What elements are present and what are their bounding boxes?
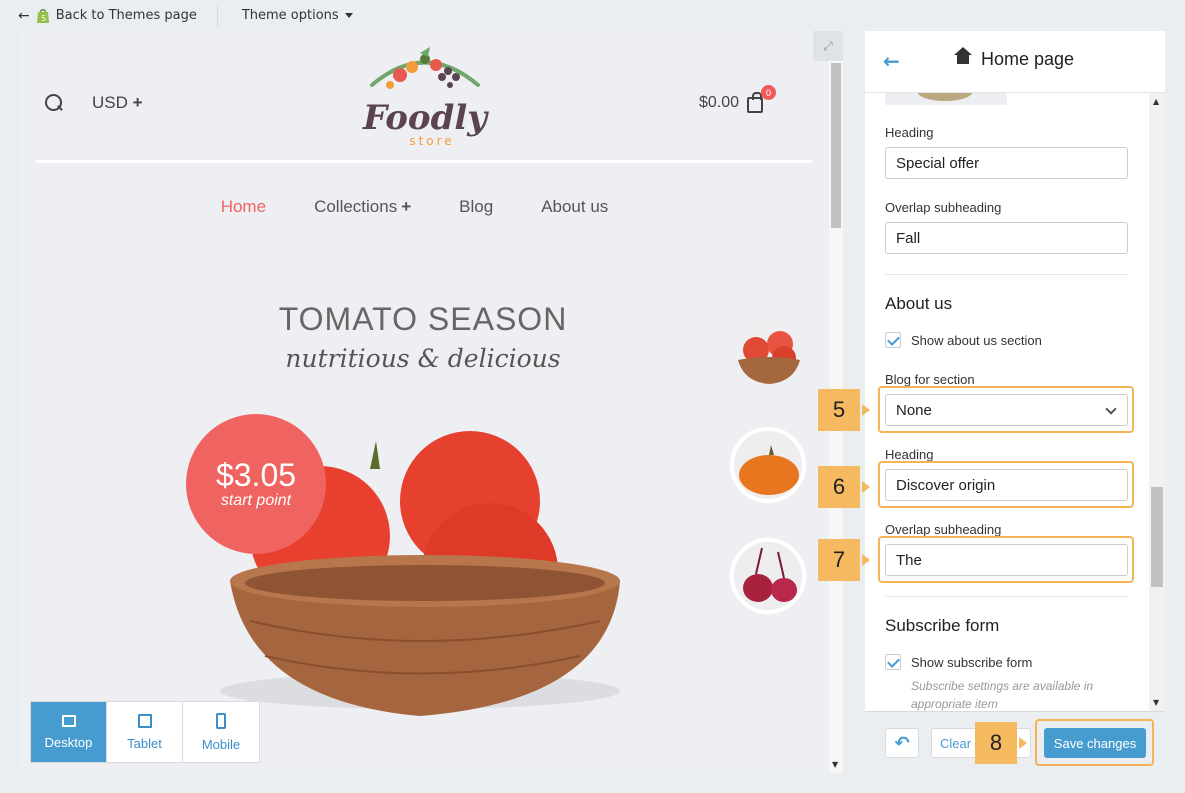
main-nav: Home Collections + Blog About us xyxy=(20,197,829,217)
callout-number-7: 7 xyxy=(818,539,870,581)
shopify-bag-icon: S xyxy=(36,8,49,23)
undo-icon: ↶ xyxy=(894,732,910,754)
cart-total: $0.00 xyxy=(699,94,740,111)
store-preview: USD + Foodly store $0.00 0 Home Collecti… xyxy=(20,31,829,773)
tablet-icon xyxy=(137,713,152,728)
device-tablet-label: Tablet xyxy=(127,735,162,751)
device-tablet-button[interactable]: Tablet xyxy=(107,702,183,762)
callout-number-5: 5 xyxy=(818,389,870,431)
callout-frame-5 xyxy=(878,386,1134,433)
overlap1-input[interactable]: Fall xyxy=(885,222,1128,254)
device-switcher: Desktop Tablet Mobile xyxy=(30,701,260,763)
plus-icon: + xyxy=(401,197,412,216)
back-to-themes-link[interactable]: ← S Back to Themes page xyxy=(0,0,197,31)
heading1-input[interactable]: Special offer xyxy=(885,147,1128,179)
pumpkin-thumb-image xyxy=(734,431,802,499)
back-arrow-icon[interactable]: ← xyxy=(883,49,900,73)
heading1-label: Heading xyxy=(885,125,934,140)
search-icon[interactable] xyxy=(44,93,64,113)
hero-subtitle: nutritious & delicious xyxy=(285,344,561,373)
thumb-tomatoes[interactable] xyxy=(730,316,806,392)
checkbox-checked-icon xyxy=(885,332,901,348)
panel-title-text: Home page xyxy=(981,49,1075,69)
device-mobile-button[interactable]: Mobile xyxy=(183,702,259,762)
section-image-preview[interactable] xyxy=(885,93,1007,105)
callout-frame-7 xyxy=(878,536,1134,583)
callout-number-8: 8 xyxy=(975,722,1027,764)
logo-word: Foodly xyxy=(362,98,489,138)
expand-icon[interactable]: ⤢ xyxy=(813,31,843,61)
scroll-down-icon[interactable]: ▼ xyxy=(832,760,838,769)
shopping-bag-icon: 0 xyxy=(747,85,777,113)
device-mobile-label: Mobile xyxy=(201,736,241,752)
theme-options-dropdown[interactable]: Theme options xyxy=(242,8,353,23)
device-desktop-label: Desktop xyxy=(44,734,93,750)
nav-item-collections[interactable]: Collections + xyxy=(314,197,411,217)
nav-item-home[interactable]: Home xyxy=(221,197,266,217)
price-badge: $3.05 start point xyxy=(186,414,326,554)
callout-frame-8 xyxy=(1035,719,1154,766)
cart-link[interactable]: $0.00 0 xyxy=(699,85,777,113)
home-icon xyxy=(954,46,972,67)
header-divider xyxy=(36,160,812,163)
preview-scroll-thumb[interactable] xyxy=(831,63,841,228)
theme-options-label: Theme options xyxy=(241,8,339,23)
topbar-divider xyxy=(216,5,218,26)
callout-frame-6 xyxy=(878,461,1134,508)
panel-header: ← Home page xyxy=(865,31,1165,93)
nav-collections-label: Collections xyxy=(314,197,398,216)
tomatoes-thumb-image xyxy=(734,320,802,388)
about-us-section-title: About us xyxy=(885,294,953,313)
onions-thumb-image xyxy=(734,542,802,610)
panel-scroll-thumb[interactable] xyxy=(1151,487,1163,587)
mobile-icon xyxy=(216,712,226,729)
section-divider xyxy=(885,274,1128,275)
undo-button[interactable]: ↶ xyxy=(885,728,919,758)
nav-item-about[interactable]: About us xyxy=(541,197,608,217)
subscribe-hint: Subscribe settings are available in appr… xyxy=(911,679,1094,711)
currency-label: USD xyxy=(92,93,128,112)
logo-sub: store xyxy=(409,134,454,148)
overlap1-label: Overlap subheading xyxy=(885,200,1002,215)
svg-text:S: S xyxy=(41,14,46,23)
show-about-label: Show about us section xyxy=(911,332,1042,348)
hero-title: TOMATO SEASON xyxy=(278,301,568,337)
show-subscribe-checkbox[interactable]: Show subscribe form xyxy=(885,654,1032,670)
price-amount: $3.05 xyxy=(215,457,297,493)
callout-number-6: 6 xyxy=(818,466,870,508)
scroll-up-icon[interactable]: ▲ xyxy=(1153,97,1159,106)
show-about-checkbox[interactable]: Show about us section xyxy=(885,332,1042,348)
back-arrow-icon: ← xyxy=(18,7,30,24)
thumb-pumpkin[interactable] xyxy=(730,427,806,503)
blog-section-label: Blog for section xyxy=(885,372,975,387)
overlap2-label: Overlap subheading xyxy=(885,522,1002,537)
foodly-logo[interactable]: Foodly store xyxy=(360,45,490,150)
store-header-left: USD + xyxy=(44,93,143,113)
device-desktop-button[interactable]: Desktop xyxy=(31,702,107,762)
subscribe-section-title: Subscribe form xyxy=(885,616,1000,635)
nav-item-blog[interactable]: Blog xyxy=(459,197,493,217)
caret-down-icon xyxy=(344,13,353,18)
show-subscribe-label: Show subscribe form xyxy=(911,654,1033,670)
panel-scrollbar[interactable]: ▲ ▼ xyxy=(1149,93,1165,711)
price-label: start point xyxy=(220,492,292,509)
slide-thumbnails xyxy=(730,316,806,614)
back-to-themes-label: Back to Themes page xyxy=(55,8,197,23)
scroll-down-icon[interactable]: ▼ xyxy=(1153,698,1159,707)
section-divider xyxy=(885,596,1128,597)
currency-selector[interactable]: USD + xyxy=(92,93,143,113)
desktop-icon xyxy=(61,714,76,727)
checkbox-checked-icon xyxy=(885,654,901,670)
panel-title: Home page xyxy=(954,46,1075,70)
heading2-label: Heading xyxy=(885,447,934,462)
top-bar: ← S Back to Themes page Theme options xyxy=(0,0,1185,31)
thumb-onions[interactable] xyxy=(730,538,806,614)
cart-count-badge: 0 xyxy=(761,85,777,100)
